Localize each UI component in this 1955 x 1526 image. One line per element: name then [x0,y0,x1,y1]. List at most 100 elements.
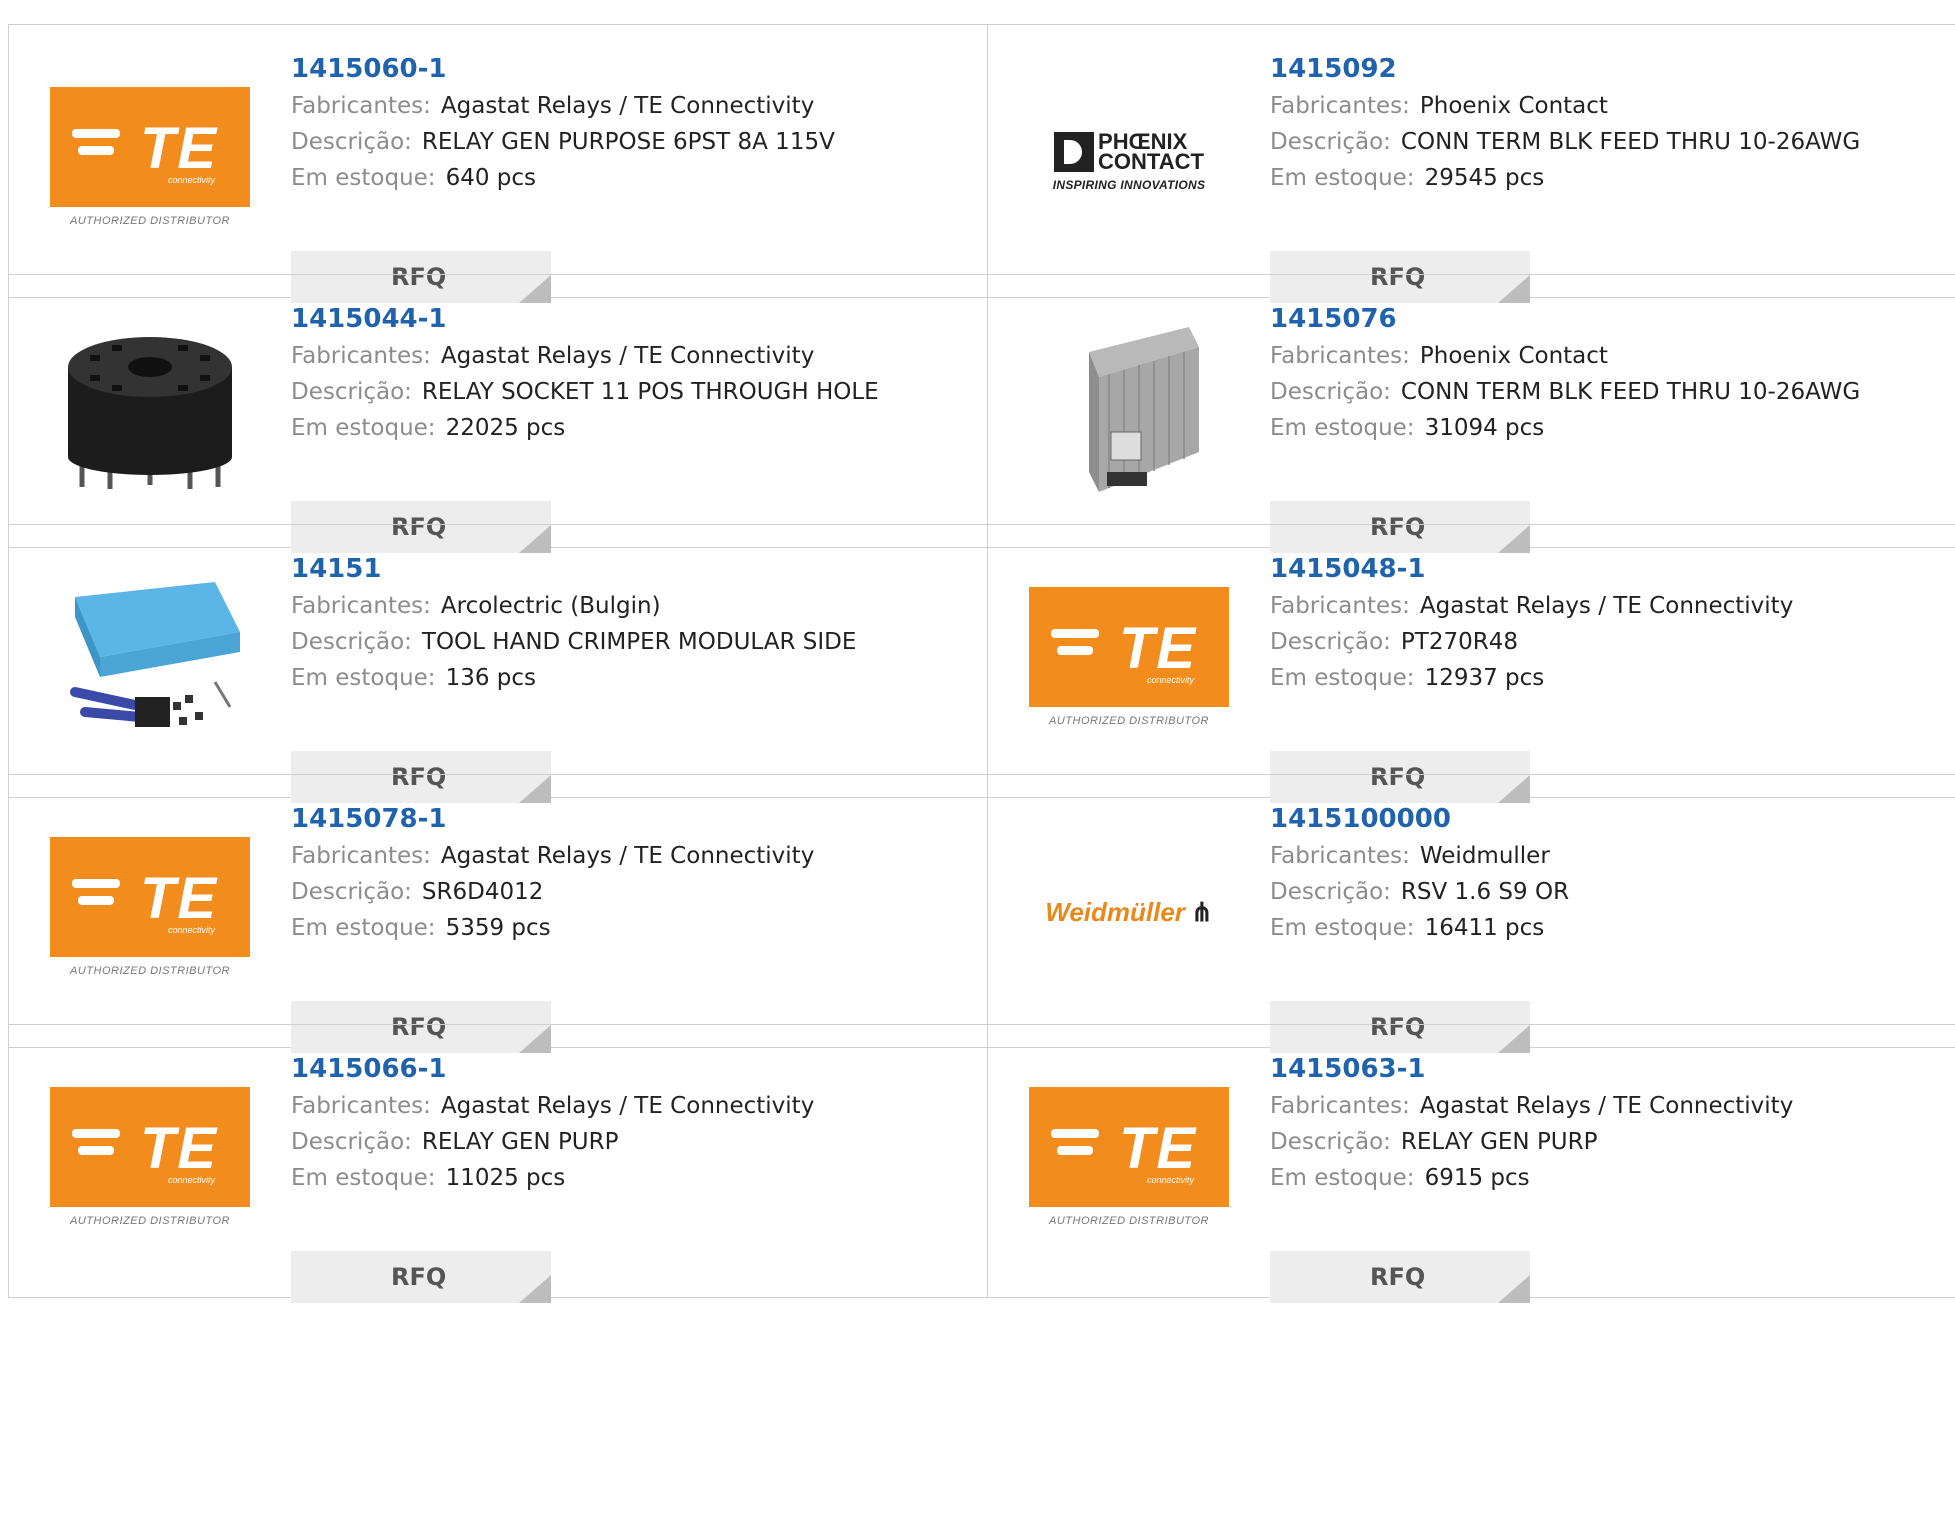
product-thumbnail[interactable] [50,327,250,497]
stock-value: 5359 pcs [445,915,551,941]
stock-line: Em estoque: 5359 pcs [291,910,814,946]
part-number-link[interactable]: 1415066-1 [291,1050,814,1088]
manufacturer-line: Fabricantes: Phoenix Contact [1270,338,1860,374]
description-label: Descrição: [291,379,412,405]
part-number-link[interactable]: 1415076 [1270,300,1860,338]
manufacturer-line: Fabricantes: Arcolectric (Bulgin) [291,588,856,624]
description-value: RELAY SOCKET 11 POS THROUGH HOLE [421,379,879,405]
description-label: Descrição: [1270,629,1391,655]
description-value: CONN TERM BLK FEED THRU 10-26AWG [1400,129,1861,155]
crimper-kit-image [70,582,240,727]
product-thumbnail[interactable]: TE connectivity AUTHORIZED DISTRIBUTOR [1029,577,1229,747]
manufacturer-line: Fabricantes: Agastat Relays / TE Connecti… [291,88,835,124]
manufacturer-label: Fabricantes: [1270,593,1410,619]
stock-value: 31094 pcs [1424,415,1545,441]
part-number-link[interactable]: 1415044-1 [291,300,879,338]
product-info: 1415060-1 Fabricantes: Agastat Relays / TE… [291,50,835,303]
stock-line: Em estoque: 136 pcs [291,660,856,696]
product-card: TE connectivity AUTHORIZED DISTRIBUTOR 1… [988,525,1955,803]
part-number-link[interactable]: 1415063-1 [1270,1050,1793,1088]
part-number-link[interactable]: 14151 [291,550,856,588]
product-thumbnail[interactable] [50,577,250,747]
product-info: 1415066-1 Fabricantes: Agastat Relays / TE… [291,1050,814,1303]
part-number-link[interactable]: 1415060-1 [291,50,835,88]
manufacturer-value: Agastat Relays / TE Connectivity [440,1093,815,1119]
manufacturer-label: Fabricantes: [1270,93,1410,119]
authorized-distributor-label: AUTHORIZED DISTRIBUTOR [70,1215,230,1227]
phoenix-contact-logo: PHŒNIX CONTACT INSPIRING INNOVATIONS [1052,129,1206,193]
manufacturer-value: Agastat Relays / TE Connectivity [1419,593,1794,619]
product-thumbnail[interactable]: Weidmüller ⋔ [1029,827,1229,997]
part-number-link[interactable]: 1415078-1 [291,800,814,838]
stock-line: Em estoque: 29545 pcs [1270,160,1860,196]
description-label: Descrição: [1270,879,1391,905]
description-line: Descrição: RELAY GEN PURP [1270,1124,1793,1160]
description-line: Descrição: RELAY GEN PURPOSE 6PST 8A 115V [291,124,835,160]
description-label: Descrição: [1270,1129,1391,1155]
part-number-link[interactable]: 1415100000 [1270,800,1569,838]
description-value: RELAY GEN PURPOSE 6PST 8A 115V [421,129,835,155]
product-thumbnail[interactable]: PHŒNIX CONTACT INSPIRING INNOVATIONS [1029,77,1229,247]
product-card: PHŒNIX CONTACT INSPIRING INNOVATIONS 141… [988,25,1955,303]
product-info: 1415048-1 Fabricantes: Agastat Relays / TE… [1270,550,1793,803]
description-line: Descrição: RELAY GEN PURP [291,1124,814,1160]
stock-value: 16411 pcs [1424,915,1545,941]
stock-label: Em estoque: [1270,665,1415,691]
product-info: 1415078-1 Fabricantes: Agastat Relays / TE… [291,800,814,1053]
te-connectivity-logo: TE connectivity AUTHORIZED DISTRIBUTOR [50,1087,250,1237]
product-thumbnail[interactable]: TE connectivity AUTHORIZED DISTRIBUTOR [50,827,250,997]
product-thumbnail[interactable] [1029,327,1229,497]
stock-label: Em estoque: [1270,165,1415,191]
description-line: Descrição: CONN TERM BLK FEED THRU 10-26A… [1270,124,1860,160]
authorized-distributor-label: AUTHORIZED DISTRIBUTOR [70,965,230,977]
product-info: 1415063-1 Fabricantes: Agastat Relays / TE… [1270,1050,1793,1303]
description-label: Descrição: [291,1129,412,1155]
manufacturer-value: Phoenix Contact [1419,93,1608,119]
manufacturer-value: Agastat Relays / TE Connectivity [440,93,815,119]
product-card: 1415076 Fabricantes: Phoenix Contact Descri… [988,275,1955,553]
stock-value: 11025 pcs [445,1165,566,1191]
rfq-button[interactable]: RFQ [291,1251,551,1303]
product-row: TE connectivity AUTHORIZED DISTRIBUTOR 1… [8,774,1955,1053]
stock-label: Em estoque: [1270,915,1415,941]
manufacturer-line: Fabricantes: Agastat Relays / TE Connecti… [291,1088,814,1124]
manufacturer-line: Fabricantes: Agastat Relays / TE Connecti… [1270,1088,1793,1124]
product-thumbnail[interactable]: TE connectivity AUTHORIZED DISTRIBUTOR [50,77,250,247]
rfq-corner-decoration [1498,1275,1530,1303]
stock-label: Em estoque: [291,665,436,691]
manufacturer-label: Fabricantes: [291,93,431,119]
description-line: Descrição: RELAY SOCKET 11 POS THROUGH HO… [291,374,879,410]
manufacturer-label: Fabricantes: [1270,1093,1410,1119]
product-info: 1415044-1 Fabricantes: Agastat Relays / TE… [291,300,879,553]
product-thumbnail[interactable]: TE connectivity AUTHORIZED DISTRIBUTOR [1029,1077,1229,1247]
stock-label: Em estoque: [291,1165,436,1191]
product-info: 1415076 Fabricantes: Phoenix Contact Descri… [1270,300,1860,553]
stock-line: Em estoque: 6915 pcs [1270,1160,1793,1196]
manufacturer-line: Fabricantes: Agastat Relays / TE Connecti… [1270,588,1793,624]
product-card: Weidmüller ⋔ 1415100000 Fabricantes: Weidmu… [988,775,1955,1053]
description-value: CONN TERM BLK FEED THRU 10-26AWG [1400,379,1861,405]
authorized-distributor-label: AUTHORIZED DISTRIBUTOR [1049,715,1209,727]
part-number-link[interactable]: 1415048-1 [1270,550,1793,588]
te-connectivity-logo: TE connectivity AUTHORIZED DISTRIBUTOR [50,87,250,237]
description-value: TOOL HAND CRIMPER MODULAR SIDE [421,629,857,655]
product-thumbnail[interactable]: TE connectivity AUTHORIZED DISTRIBUTOR [50,1077,250,1247]
part-number-link[interactable]: 1415092 [1270,50,1860,88]
stock-label: Em estoque: [291,165,436,191]
stock-line: Em estoque: 31094 pcs [1270,410,1860,446]
stock-label: Em estoque: [291,915,436,941]
rfq-label: RFQ [1370,1263,1426,1291]
manufacturer-value: Agastat Relays / TE Connectivity [440,843,815,869]
product-row: 14151 Fabricantes: Arcolectric (Bulgin) Des… [8,524,1955,803]
manufacturer-line: Fabricantes: Phoenix Contact [1270,88,1860,124]
manufacturer-line: Fabricantes: Agastat Relays / TE Connecti… [291,838,814,874]
stock-line: Em estoque: 22025 pcs [291,410,879,446]
description-label: Descrição: [291,629,412,655]
manufacturer-value: Arcolectric (Bulgin) [440,593,661,619]
description-line: Descrição: CONN TERM BLK FEED THRU 10-26A… [1270,374,1860,410]
description-line: Descrição: PT270R48 [1270,624,1793,660]
relay-socket-image [68,337,232,489]
terminal-block-image [1089,327,1199,492]
rfq-button[interactable]: RFQ [1270,1251,1530,1303]
product-info: 1415100000 Fabricantes: Weidmuller Descriçã… [1270,800,1569,1053]
